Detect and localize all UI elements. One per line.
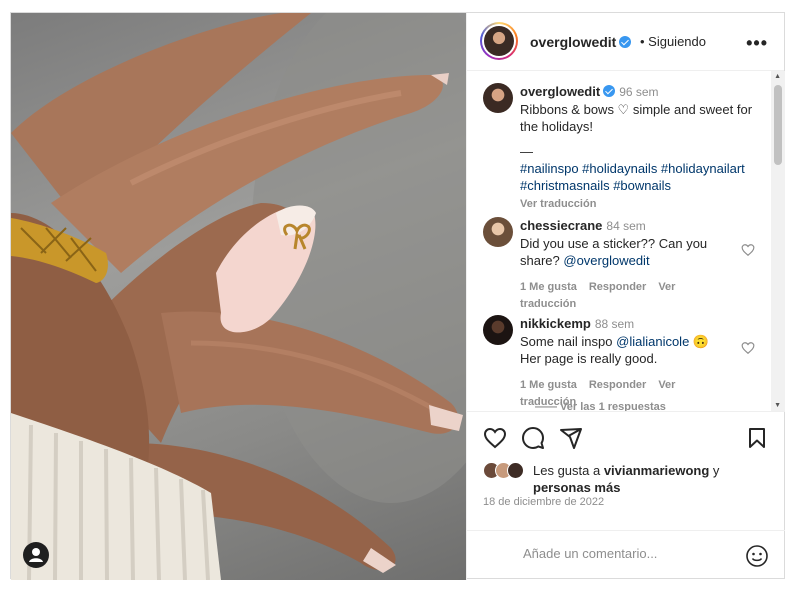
comment-icon[interactable]	[521, 426, 545, 450]
post-date[interactable]: 18 de diciembre de 2022	[483, 496, 604, 508]
comments-list: ▲ ▼ overglowedit 96 sem Ribbons & bows ♡ …	[467, 71, 785, 411]
caption-username[interactable]: overglowedit	[520, 84, 616, 99]
caption-dash: —	[520, 144, 533, 159]
emoji-icon[interactable]	[745, 544, 769, 568]
liker-avatar[interactable]	[507, 462, 524, 479]
post-side-panel: overglowedit • Siguiendo ••• ▲ ▼ overglo…	[466, 13, 785, 580]
comment-username[interactable]: nikkickemp	[520, 316, 591, 331]
likes-text[interactable]: Les gusta a vivianmariewong y personas má…	[533, 462, 773, 496]
caption-translate-link[interactable]: Ver traducción	[520, 196, 763, 213]
caption: overglowedit 96 sem Ribbons & bows ♡ simp…	[483, 83, 763, 213]
comment-heart-icon[interactable]	[741, 243, 755, 257]
post-photo[interactable]	[11, 13, 466, 580]
bookmark-icon[interactable]	[745, 426, 769, 450]
comment-time[interactable]: 88 sem	[595, 317, 634, 331]
verified-icon	[619, 36, 632, 48]
caption-hashtags[interactable]: #nailinspo #holidaynails #holidaynailart…	[520, 160, 763, 194]
post-header: overglowedit • Siguiendo •••	[467, 13, 784, 71]
hand-with-nails-image	[11, 13, 466, 580]
share-icon[interactable]	[559, 426, 583, 450]
comment-username[interactable]: chessiecrane	[520, 218, 602, 233]
user-tag-icon[interactable]	[23, 542, 49, 568]
comment-time[interactable]: 84 sem	[606, 219, 645, 233]
add-comment-input[interactable]	[523, 546, 723, 561]
comment-text: Some nail inspo @lialianicole 🙃 Her page…	[520, 334, 710, 366]
likes-summary: Les gusta a vivianmariewong y personas má…	[483, 462, 773, 496]
comment-text: Did you use a sticker?? Can you share? @…	[520, 236, 708, 268]
more-icon[interactable]: •••	[746, 33, 768, 54]
scroll-thumb[interactable]	[774, 85, 782, 165]
heart-icon[interactable]	[483, 426, 507, 450]
comment-item: chessiecrane 84 sem Did you use a sticker…	[483, 217, 763, 313]
add-comment-bar	[467, 530, 785, 581]
comment-mention[interactable]: @lialianicole	[616, 334, 689, 349]
caption-avatar[interactable]	[483, 83, 513, 113]
scroll-up-arrow-icon[interactable]: ▲	[774, 73, 781, 80]
caption-time[interactable]: 96 sem	[619, 85, 658, 99]
scroll-down-arrow-icon[interactable]: ▼	[774, 402, 781, 409]
caption-text: Ribbons & bows ♡ simple and sweet for th…	[520, 102, 753, 134]
comment-avatar[interactable]	[483, 315, 513, 345]
post-actions: Les gusta a vivianmariewong y personas má…	[467, 411, 785, 580]
comment-likes[interactable]: 1 Me gusta	[520, 379, 577, 391]
scrollbar[interactable]: ▲ ▼	[771, 71, 785, 411]
comment-likes[interactable]: 1 Me gusta	[520, 281, 577, 293]
comment-heart-icon[interactable]	[741, 341, 755, 355]
follow-status[interactable]: • Siguiendo	[640, 34, 706, 49]
comment-mention[interactable]: @overglowedit	[563, 253, 649, 268]
comment-item: nikkickemp 88 sem Some nail inspo @lialia…	[483, 315, 763, 411]
verified-icon	[603, 85, 616, 97]
view-replies-link[interactable]: —— Ver las 1 respuestas	[535, 401, 666, 411]
post-modal: overglowedit • Siguiendo ••• ▲ ▼ overglo…	[10, 12, 785, 580]
author-username[interactable]: overglowedit	[530, 34, 632, 50]
comment-avatar[interactable]	[483, 217, 513, 247]
author-avatar[interactable]	[480, 22, 518, 60]
comment-reply-button[interactable]: Responder	[589, 379, 646, 391]
comment-reply-button[interactable]: Responder	[589, 281, 646, 293]
